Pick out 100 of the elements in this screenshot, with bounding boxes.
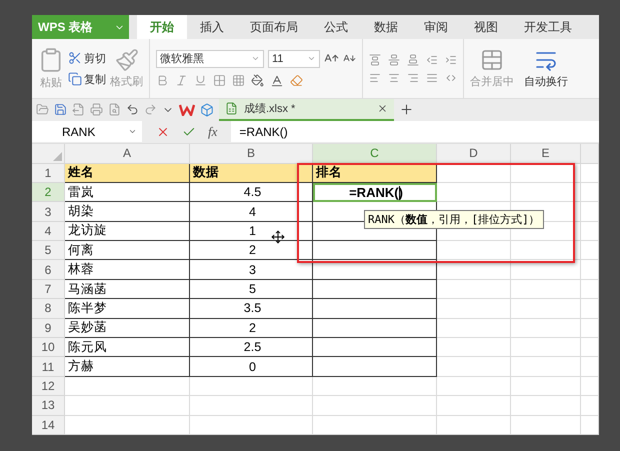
eraser-icon [290,74,303,88]
table-cell: 5 [190,280,313,300]
printer-icon [90,103,103,116]
bold-icon [156,74,169,88]
font-name-field[interactable]: 微软雅黑 [156,50,264,68]
row-header[interactable]: 10 [32,338,65,358]
grid-icon [232,74,245,88]
italic-icon [175,74,188,88]
row-header[interactable]: 5 [32,241,65,260]
table-cell: 胡染 [65,202,190,222]
table-cell: 4 [190,202,313,222]
row-header[interactable]: 12 [32,376,65,396]
table-cell [511,357,581,377]
cube-icon [200,102,214,117]
ribbon-tab[interactable]: 开发工具 [511,15,585,40]
ribbon-tab[interactable]: 页面布局 [237,15,311,40]
paint-bucket-icon [251,74,264,88]
function-tooltip: RANK（数值，引用，[排位方式]） [364,210,544,230]
table-cell [581,357,599,377]
ribbon-tab[interactable]: 审阅 [411,15,461,40]
table-cell [511,338,581,358]
table-cell [511,182,581,202]
table-cell: 3 [190,260,313,280]
table-cell: 2 [190,241,313,260]
row-header[interactable]: 4 [32,222,65,242]
table-cell: 2 [190,318,313,338]
table-cell [511,376,581,396]
scissors-icon [68,51,82,66]
ribbon-button[interactable]: 剪切 [68,50,106,66]
table-cell: 排名 [313,164,437,183]
ribbon-tab[interactable]: 插入 [187,15,237,40]
table-cell [581,164,599,183]
table-cell: 马涵菡 [65,280,190,300]
close-icon [377,103,388,114]
table-cell: 4.5 [190,182,313,202]
row-header[interactable]: 2 [32,182,65,202]
ribbon-button[interactable]: 复制 [68,72,106,87]
column-header[interactable]: B [190,144,313,164]
ribbon-button[interactable]: 自动换行 [524,48,568,90]
table-cell: 3.5 [190,299,313,319]
row-header[interactable]: 13 [32,396,65,416]
copy-icon [68,72,82,86]
name-box[interactable]: RANK [32,121,142,142]
column-header[interactable]: A [65,144,190,164]
row-header[interactable]: 11 [32,357,65,377]
row-header[interactable]: 1 [32,164,65,183]
ribbon-tab[interactable]: 公式 [311,15,361,40]
indent-icon [445,54,457,66]
table-cell [581,280,599,300]
font-color-icon [270,74,284,88]
table-cell: 龙访旋 [65,222,190,242]
w-logo-icon[interactable] [179,104,195,116]
redo-icon [144,103,157,116]
ribbon-tab[interactable]: 数据 [361,15,411,40]
paintbrush-icon [114,48,138,72]
ribbon-tab[interactable]: 开始 [137,15,187,40]
table-cell: 姓名 [65,164,190,183]
row-header[interactable]: 14 [32,416,65,435]
row-header[interactable]: 7 [32,280,65,300]
column-header[interactable] [581,144,599,164]
table-cell: 2.5 [190,338,313,358]
table-cell [511,416,581,435]
table-cell [511,260,581,280]
font-size-field[interactable]: 11 [268,50,320,68]
folder-icon [36,103,49,116]
align-center-icon [388,72,400,84]
table-cell: 方赫 [65,357,190,377]
table-cell [581,376,599,396]
column-header[interactable]: C [313,144,437,164]
table-cell [581,299,599,319]
table-cell [511,280,581,300]
save-icon [54,103,67,116]
formula-field[interactable]: =RANK() [231,121,599,142]
borders-icon [213,74,226,88]
column-header[interactable]: E [511,144,581,164]
table-cell [581,241,599,260]
move-cursor-icon [271,230,285,244]
row-header[interactable]: 3 [32,202,65,222]
table-cell: 雷岚 [65,182,190,202]
fx-icon[interactable]: fx [208,124,218,140]
table-cell: 吴妙菡 [65,318,190,338]
table-cell [581,222,599,242]
select-all-icon[interactable] [53,152,62,161]
spreadsheet-icon [225,102,238,116]
table-cell [581,338,599,358]
align-left-icon [369,72,381,84]
column-header[interactable]: D [437,144,511,164]
ribbon-tab[interactable]: 视图 [461,15,511,40]
row-header[interactable]: 8 [32,299,65,319]
row-header[interactable]: 6 [32,260,65,280]
table-cell [511,299,581,319]
table-cell: 陈半梦 [65,299,190,319]
table-cell: 陈元风 [65,338,190,358]
row-header[interactable]: 9 [32,318,65,338]
justify-icon [426,72,438,84]
document-tab[interactable]: 成绩.xlsx * [219,98,394,121]
table-cell: 数据 [190,164,313,183]
table-cell [581,202,599,222]
table-cell: 0 [190,357,313,377]
table-cell [581,396,599,416]
